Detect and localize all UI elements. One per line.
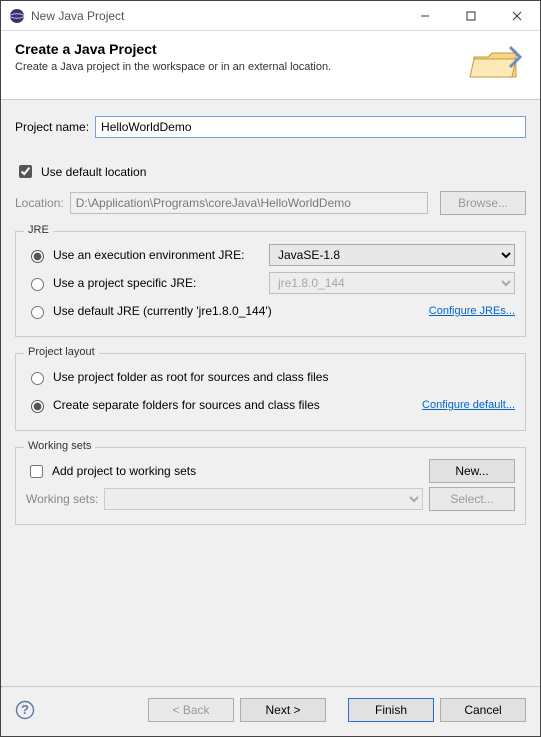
back-button: < Back [148,698,234,722]
jre-option-default-label: Use default JRE (currently 'jre1.8.0_144… [53,304,272,318]
working-sets-group: Working sets Add project to working sets… [15,447,526,525]
jre-option-exec-env-radio[interactable] [31,250,44,263]
banner-subtitle: Create a Java project in the workspace o… [15,61,460,73]
configure-jres-link[interactable]: Configure JREs... [429,305,515,317]
working-sets-legend: Working sets [24,440,95,452]
maximize-button[interactable] [448,1,494,31]
close-button[interactable] [494,1,540,31]
layout-option-separate-radio[interactable] [31,400,44,413]
jre-project-select: jre1.8.0_144 [269,272,515,294]
finish-button[interactable]: Finish [348,698,434,722]
working-set-new-button[interactable]: New... [429,459,515,483]
configure-default-link[interactable]: Configure default... [422,399,515,411]
jre-group: JRE Use an execution environment JRE: Ja… [15,231,526,337]
layout-option-root-radio[interactable] [31,372,44,385]
jre-option-default-radio[interactable] [31,306,44,319]
use-default-location-checkbox[interactable] [19,165,32,178]
titlebar: New Java Project [1,1,540,31]
minimize-button[interactable] [402,1,448,31]
jre-legend: JRE [24,224,53,236]
working-sets-select [104,488,423,510]
folder-icon [468,41,526,87]
location-label: Location: [15,196,64,210]
help-icon[interactable]: ? [15,700,35,720]
layout-group: Project layout Use project folder as roo… [15,353,526,431]
use-default-location-label: Use default location [41,165,146,179]
wizard-content: Project name: Use default location Locat… [1,100,540,686]
jre-option-exec-env-label: Use an execution environment JRE: [53,248,263,262]
project-name-input[interactable] [95,116,526,138]
project-name-label: Project name: [15,120,89,134]
location-input [70,192,428,214]
layout-legend: Project layout [24,346,99,358]
browse-button: Browse... [440,191,526,215]
jre-option-project-label: Use a project specific JRE: [53,276,263,290]
banner-title: Create a Java Project [15,41,460,57]
next-button[interactable]: Next > [240,698,326,722]
window-title: New Java Project [31,9,402,23]
cancel-button[interactable]: Cancel [440,698,526,722]
wizard-footer: ? < Back Next > Finish Cancel [1,688,540,736]
layout-option-separate-label: Create separate folders for sources and … [53,398,320,412]
working-set-select-button: Select... [429,487,515,511]
add-working-set-checkbox[interactable] [30,465,43,478]
layout-option-root-label: Use project folder as root for sources a… [53,370,328,384]
add-working-set-label: Add project to working sets [52,464,196,478]
wizard-banner: Create a Java Project Create a Java proj… [1,31,540,100]
jre-option-project-radio[interactable] [31,278,44,291]
jre-exec-env-select[interactable]: JavaSE-1.8 [269,244,515,266]
working-sets-label: Working sets: [26,492,98,506]
eclipse-icon [9,8,25,24]
svg-text:?: ? [21,702,29,717]
